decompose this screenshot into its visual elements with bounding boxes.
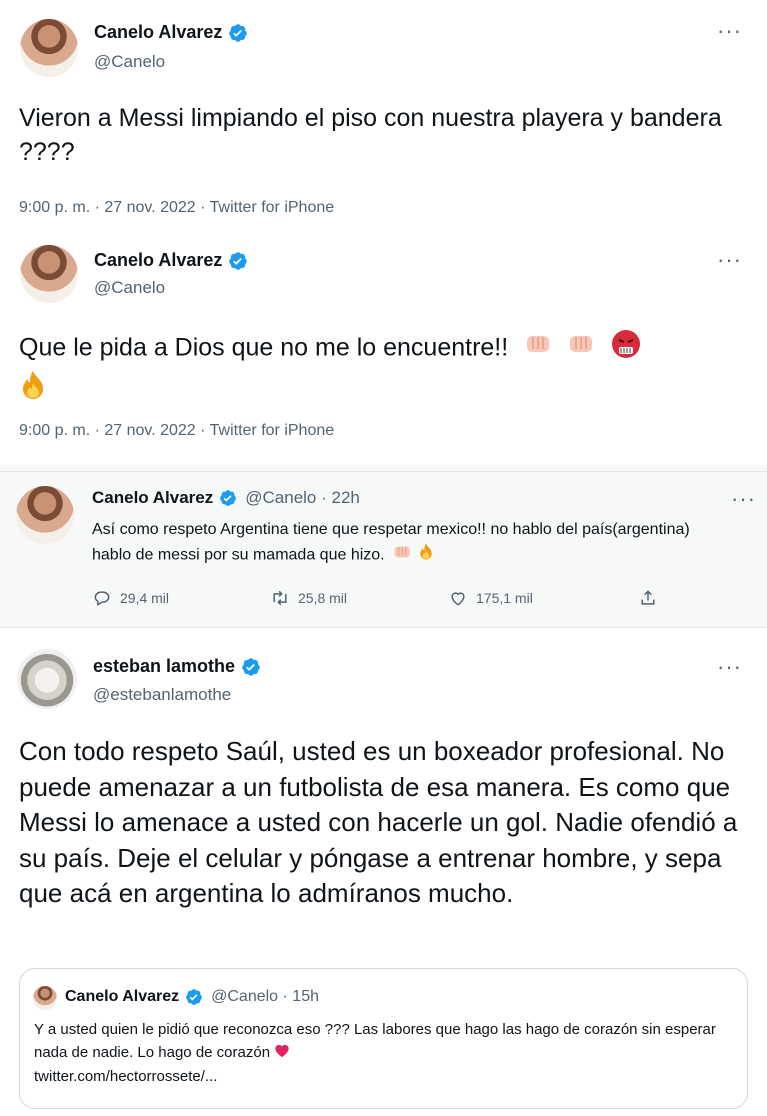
like-count: 175,1 mil (476, 590, 533, 606)
oncoming-fist-emoji (393, 543, 413, 569)
tweet-3[interactable]: Canelo Alvarez @Canelo · 22h ··· Así com… (0, 472, 767, 627)
verified-badge-icon (186, 989, 202, 1005)
tweet-2[interactable]: Canelo Alvarez @Canelo ··· Que le pida a… (0, 233, 767, 468)
quoted-link[interactable]: twitter.com/hectorrossete/... (34, 1068, 217, 1085)
tweet-text: Que le pida a Dios que no me lo encuentr… (19, 329, 739, 412)
verified-badge-icon (229, 23, 248, 42)
more-icon[interactable]: ··· (717, 654, 742, 680)
quoted-text-content: Y a usted quien le pidió que reconozca e… (34, 1021, 716, 1062)
quoted-handle-time: @Canelo · 15h (211, 988, 319, 1005)
tweet-meta[interactable]: 9:00 p. m. · 27 nov. 2022 · Twitter for … (19, 199, 334, 217)
tweet-text: Con todo respeto Saúl, usted es un boxea… (19, 736, 738, 909)
quoted-tweet[interactable]: Canelo Alvarez @Canelo · 15h Y a usted q… (19, 968, 748, 1109)
cursing-face-emoji (611, 329, 641, 369)
red-heart-emoji (274, 1042, 290, 1065)
tweet-1[interactable]: Canelo Alvarez @Canelo ··· Vieron a Mess… (0, 0, 767, 233)
retweet-count: 25,8 mil (298, 590, 348, 606)
like-button[interactable]: 175,1 mil (448, 588, 638, 608)
quoted-text: Y a usted quien le pidió que reconozca e… (34, 1018, 734, 1088)
retweet-icon (273, 590, 287, 606)
author-handle-time[interactable]: @Canelo · 22h (245, 488, 360, 508)
author-handle[interactable]: @estebanlamothe (93, 685, 231, 705)
verified-badge-icon (229, 251, 248, 270)
avatar (33, 986, 57, 1010)
tweet-meta[interactable]: 9:00 p. m. · 27 nov. 2022 · Twitter for … (19, 422, 334, 440)
fire-emoji (19, 369, 47, 411)
tweet-text-content: Que le pida a Dios que no me lo encuentr… (19, 333, 509, 362)
verified-badge-icon (242, 657, 260, 676)
quoted-author-name: Canelo Alvarez (65, 988, 180, 1005)
author-name[interactable]: esteban lamothe (93, 656, 235, 677)
action-bar: 29,4 mil 25,8 mil 175,1 mil (92, 588, 672, 608)
reply-count: 29,4 mil (120, 590, 170, 606)
tweet-text: Así como respeto Argentina tiene que res… (92, 518, 712, 569)
more-icon[interactable]: ··· (731, 486, 756, 512)
author-name[interactable]: Canelo Alvarez (94, 250, 222, 271)
retweet-button[interactable]: 25,8 mil (270, 588, 448, 608)
fire-emoji (418, 542, 434, 569)
share-icon (641, 590, 655, 605)
more-icon[interactable]: ··· (717, 247, 742, 273)
author-name[interactable]: Canelo Alvarez (92, 488, 213, 508)
avatar[interactable] (17, 649, 77, 709)
author-handle[interactable]: @Canelo (94, 52, 165, 72)
reply-button[interactable]: 29,4 mil (92, 588, 270, 608)
avatar[interactable] (20, 19, 78, 77)
avatar[interactable] (20, 245, 78, 303)
more-icon[interactable]: ··· (717, 18, 742, 44)
tweet-text-content: Así como respeto Argentina tiene que res… (92, 521, 690, 564)
reply-icon (94, 591, 110, 606)
tweet-text: Vieron a Messi limpiando el piso con nue… (19, 104, 722, 166)
oncoming-fist-emoji (568, 331, 596, 367)
like-icon (451, 592, 465, 606)
share-button[interactable] (638, 588, 658, 608)
author-handle[interactable]: @Canelo (94, 278, 165, 298)
verified-badge-icon (220, 490, 237, 506)
author-name[interactable]: Canelo Alvarez (94, 22, 222, 43)
avatar[interactable] (16, 486, 74, 544)
oncoming-fist-emoji (525, 331, 553, 367)
